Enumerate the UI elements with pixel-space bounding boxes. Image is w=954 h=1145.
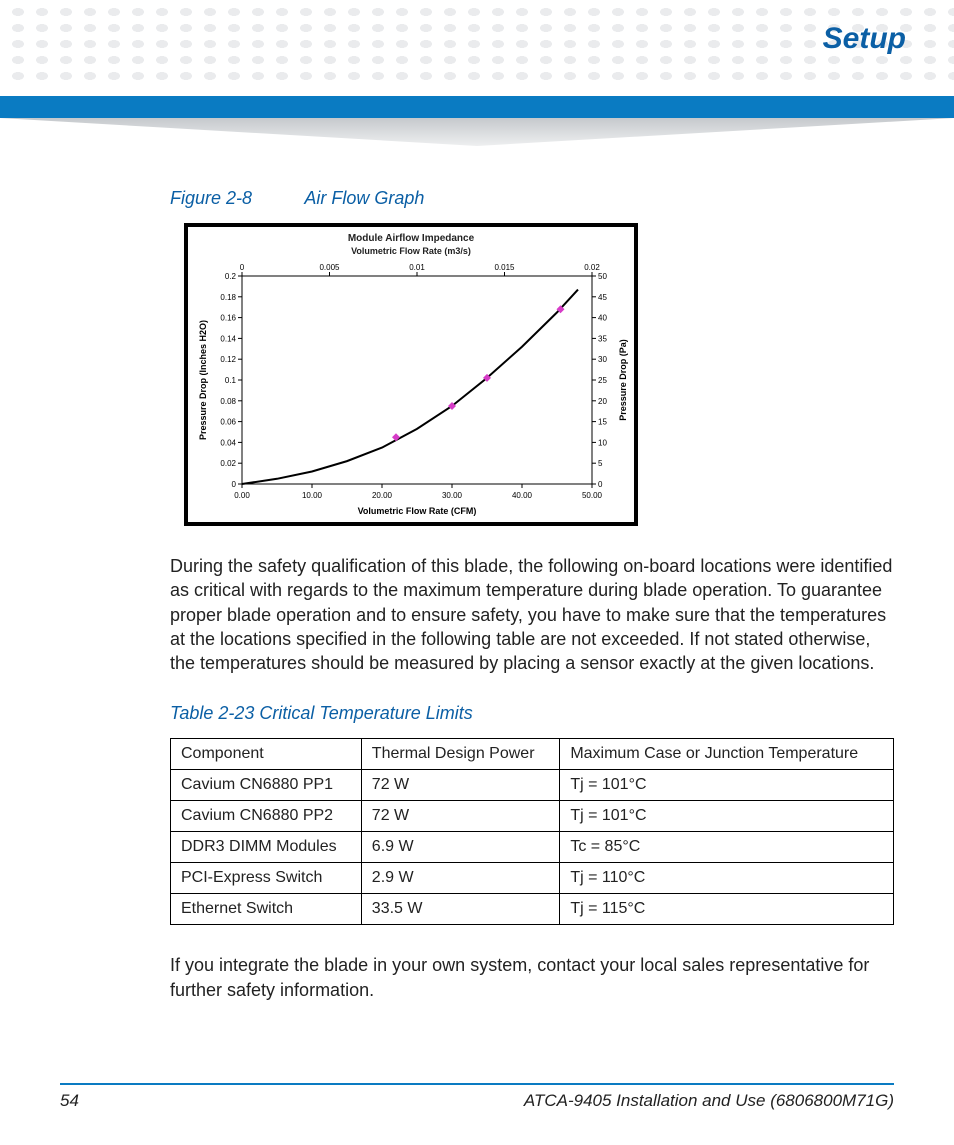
header-blue-bar [0,96,954,118]
table-header: Maximum Case or Junction Temperature [560,739,894,770]
table-cell: Ethernet Switch [171,894,362,925]
table-row: PCI-Express Switch2.9 WTj = 110°C [171,863,894,894]
section-title: Setup [823,22,906,56]
chart-svg: 00.020.040.060.080.10.120.140.160.180.20… [192,258,632,518]
svg-text:5: 5 [598,459,603,468]
svg-text:0.04: 0.04 [220,438,236,447]
page: Setup Figure 2-8 Air Flow Graph Module A… [0,0,954,1145]
table-row: Cavium CN6880 PP272 WTj = 101°C [171,801,894,832]
svg-text:0.02: 0.02 [584,263,600,272]
page-footer: 54 ATCA-9405 Installation and Use (68068… [60,1083,894,1111]
page-number: 54 [60,1091,79,1111]
table-cell: Cavium CN6880 PP2 [171,801,362,832]
svg-text:0: 0 [240,263,245,272]
svg-text:Pressure Drop (Pa): Pressure Drop (Pa) [618,339,628,421]
svg-text:0.16: 0.16 [220,314,236,323]
table-cell: Tj = 110°C [560,863,894,894]
svg-text:30: 30 [598,355,607,364]
table-cell: DDR3 DIMM Modules [171,832,362,863]
svg-text:40.00: 40.00 [512,491,533,500]
svg-text:40: 40 [598,314,607,323]
table-header: Component [171,739,362,770]
table-cell: 72 W [361,801,560,832]
svg-text:10.00: 10.00 [302,491,323,500]
content-area: Figure 2-8 Air Flow Graph Module Airflow… [170,180,894,1030]
table-cell: PCI-Express Switch [171,863,362,894]
table-header: Thermal Design Power [361,739,560,770]
svg-text:25: 25 [598,376,607,385]
table-row: DDR3 DIMM Modules6.9 WTc = 85°C [171,832,894,863]
svg-text:Volumetric Flow Rate (CFM): Volumetric Flow Rate (CFM) [358,506,477,516]
svg-text:45: 45 [598,293,607,302]
paragraph-safety: During the safety qualification of this … [170,554,894,675]
table-caption: Table 2-23 Critical Temperature Limits [170,703,894,724]
svg-text:0.1: 0.1 [225,376,237,385]
figure-number: Figure 2-8 [170,188,252,208]
table-cell: 33.5 W [361,894,560,925]
table-cell: 6.9 W [361,832,560,863]
figure-caption: Figure 2-8 Air Flow Graph [170,188,894,209]
table-cell: Tc = 85°C [560,832,894,863]
doc-id: ATCA-9405 Installation and Use (6806800M… [524,1091,894,1111]
table-row: Cavium CN6880 PP172 WTj = 101°C [171,770,894,801]
svg-text:10: 10 [598,438,607,447]
svg-text:0.14: 0.14 [220,334,236,343]
svg-text:0.005: 0.005 [319,263,340,272]
svg-text:20: 20 [598,397,607,406]
svg-text:0.12: 0.12 [220,355,236,364]
svg-text:0.015: 0.015 [494,263,515,272]
svg-text:0.02: 0.02 [220,459,236,468]
table-cell: Tj = 101°C [560,801,894,832]
table-cell: Tj = 101°C [560,770,894,801]
svg-text:15: 15 [598,418,607,427]
table-cell: Tj = 115°C [560,894,894,925]
svg-text:0: 0 [232,480,237,489]
header-wedge [0,118,954,158]
svg-text:50.00: 50.00 [582,491,603,500]
header-dot-pattern [0,0,954,80]
svg-text:0.18: 0.18 [220,293,236,302]
paragraph-integrate: If you integrate the blade in your own s… [170,953,894,1002]
svg-text:20.00: 20.00 [372,491,393,500]
table-row: Ethernet Switch33.5 WTj = 115°C [171,894,894,925]
svg-text:Pressure Drop (Inches H2O): Pressure Drop (Inches H2O) [198,320,208,440]
svg-text:0.06: 0.06 [220,418,236,427]
table-cell: Cavium CN6880 PP1 [171,770,362,801]
svg-text:35: 35 [598,334,607,343]
chart-title: Module Airflow Impedance [192,233,630,244]
svg-text:0: 0 [598,480,603,489]
figure-title: Air Flow Graph [304,188,424,208]
critical-temp-table: Component Thermal Design Power Maximum C… [170,738,894,925]
airflow-chart: Module Airflow Impedance Volumetric Flow… [184,223,638,526]
svg-text:0.2: 0.2 [225,272,237,281]
table-cell: 72 W [361,770,560,801]
table-cell: 2.9 W [361,863,560,894]
svg-text:0.00: 0.00 [234,491,250,500]
chart-subtitle: Volumetric Flow Rate (m3/s) [192,246,630,256]
table-header-row: Component Thermal Design Power Maximum C… [171,739,894,770]
svg-text:0.08: 0.08 [220,397,236,406]
svg-text:50: 50 [598,272,607,281]
svg-text:0.01: 0.01 [409,263,425,272]
svg-text:30.00: 30.00 [442,491,463,500]
